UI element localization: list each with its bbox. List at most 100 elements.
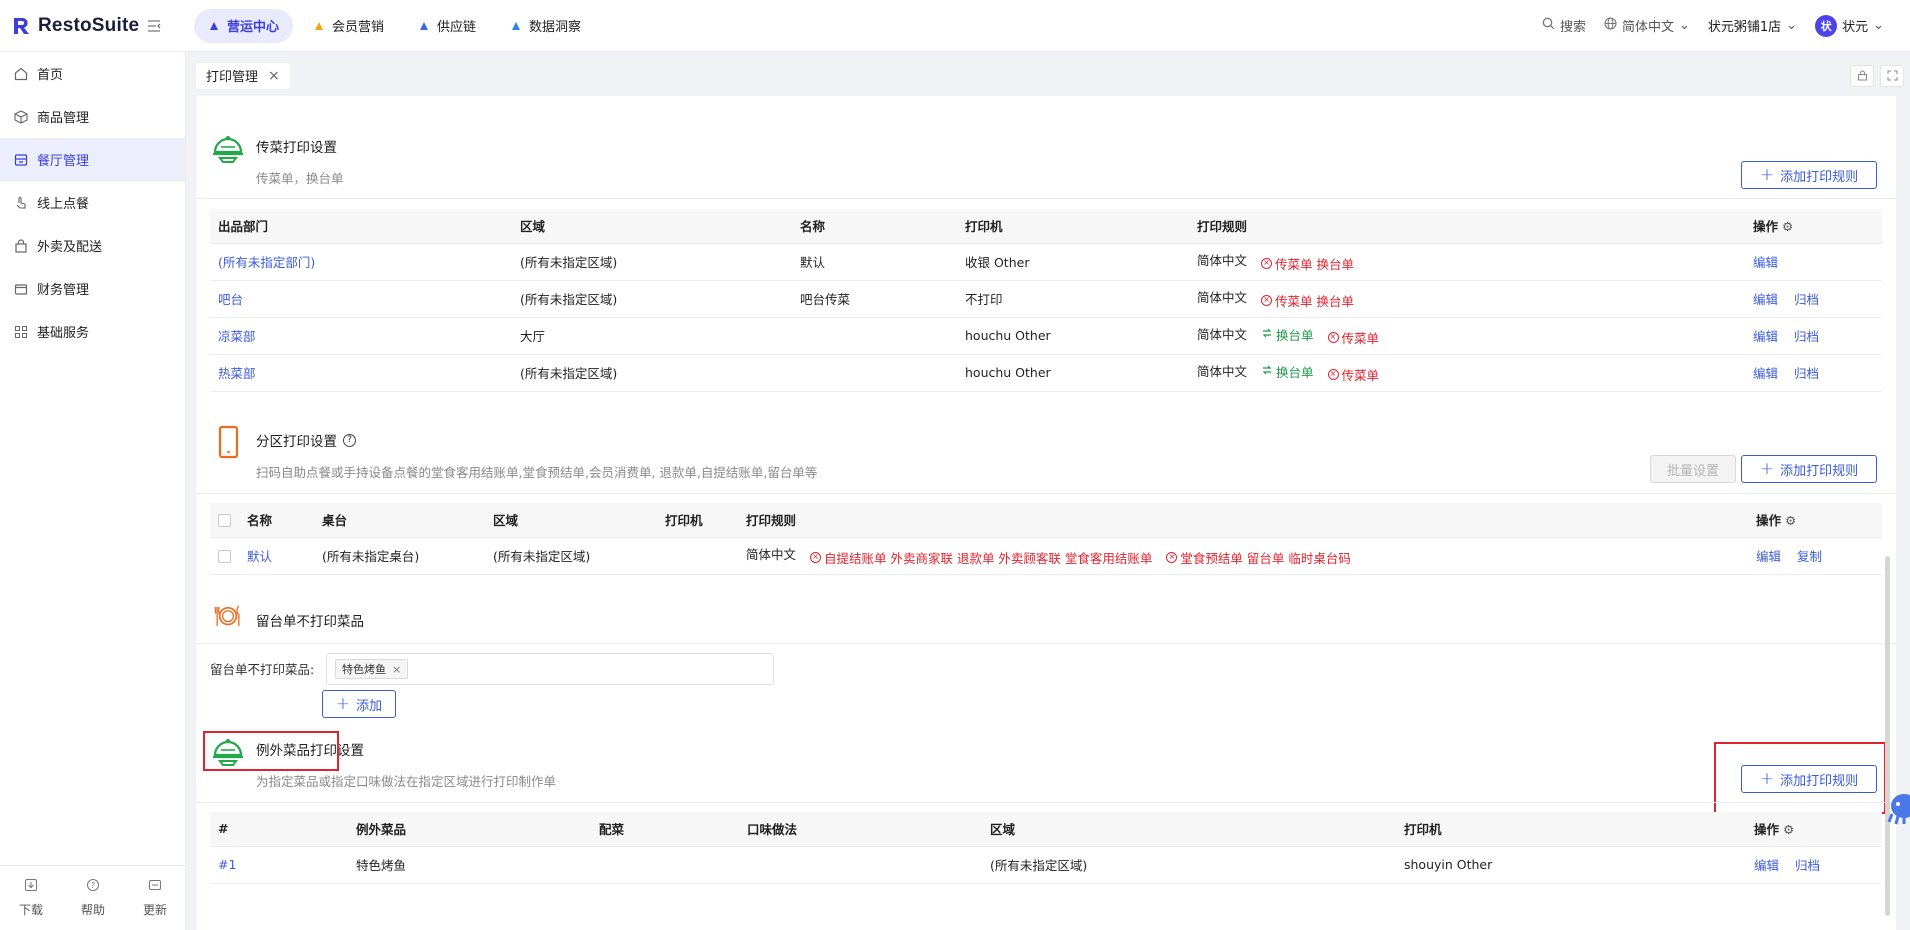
ops-cell: 编辑 <box>1745 243 1882 281</box>
sidebar-footer-item[interactable]: ? 帮助 <box>81 878 105 918</box>
nav-label: 供应链 <box>437 20 477 35</box>
sidebar-item[interactable]: 基础服务 <box>0 310 185 353</box>
sidebar-item[interactable]: 商品管理 <box>0 95 185 138</box>
highlight-box <box>1714 742 1886 814</box>
lock-icon[interactable] <box>1850 64 1874 87</box>
name-link[interactable]: 默认 <box>247 549 272 564</box>
edit-link[interactable]: 编辑 <box>1753 255 1778 270</box>
archive-link[interactable]: 归档 <box>1794 366 1819 381</box>
circle-x-icon: × <box>1327 331 1339 343</box>
edit-link[interactable]: 编辑 <box>1753 329 1778 344</box>
search-button[interactable]: 搜索 <box>1542 16 1586 35</box>
edit-link[interactable]: 编辑 <box>1754 858 1779 873</box>
archive-link[interactable]: 归档 <box>1795 858 1820 873</box>
store-select[interactable]: 状元粥铺1店 ⌄ <box>1708 16 1797 35</box>
user-menu[interactable]: 状 状元 ⌄ <box>1815 14 1884 37</box>
button-label: 添加打印规则 <box>1780 169 1859 185</box>
app-name: RestoSuite <box>38 14 140 36</box>
swap-icon <box>1261 364 1273 379</box>
row-checkbox[interactable] <box>210 537 239 575</box>
help-icon[interactable]: ? <box>343 433 356 447</box>
nav-item[interactable]: 数据洞察 <box>496 9 595 43</box>
logo-icon <box>12 16 32 36</box>
mascot-icon[interactable] <box>1884 788 1910 828</box>
nav-item[interactable]: 营运中心 <box>194 8 294 43</box>
close-icon[interactable]: × <box>392 663 401 676</box>
dept-link[interactable]: 凉菜部 <box>218 329 256 344</box>
dept-link[interactable]: 吧台 <box>218 292 243 307</box>
chevron-down-icon: ⌄ <box>1786 18 1798 33</box>
archive-link[interactable]: 归档 <box>1794 329 1819 344</box>
edit-link[interactable]: 编辑 <box>1756 549 1781 564</box>
gear-icon[interactable]: ⚙ <box>1783 822 1794 837</box>
rule-language: 简体中文 <box>1197 253 1248 269</box>
copy-link[interactable]: 复制 <box>1797 549 1822 564</box>
col-header: 配菜 <box>591 812 739 847</box>
vertical-scrollbar[interactable] <box>1885 556 1890 916</box>
tab-print-management[interactable]: 打印管理 × <box>196 62 290 89</box>
table-row: (所有未指定部门) (所有未指定区域) 默认 收银 Other 简体中文 × 传菜单 换台单… <box>210 243 1882 281</box>
add-dish-button[interactable]: + 添加 <box>322 690 396 718</box>
chip-label: 特色烤鱼 <box>342 663 386 676</box>
sidebar-item-label: 首页 <box>37 68 64 83</box>
tab-bar: 打印管理 × <box>196 60 1910 91</box>
nav-item[interactable]: 会员营销 <box>299 9 398 43</box>
top-bar: RestoSuite 营运中心 会员营销 供应链 数据洞察 搜索 简体中文 ⌄ 状元粥… <box>0 0 1910 52</box>
nav-label: 营运中心 <box>227 20 280 35</box>
footer-label: 更新 <box>142 903 167 917</box>
main-content: 传菜打印设置 传菜单，换台单 + 添加打印规则 出品部门 区域 名称 打印机 打印… <box>196 96 1896 930</box>
batch-settings-button[interactable]: 批量设置 <box>1650 455 1736 483</box>
highlight-box <box>203 731 339 771</box>
plus-icon: + <box>1759 164 1775 185</box>
gear-icon[interactable]: ⚙ <box>1785 513 1796 528</box>
section-title: 传菜打印设置 <box>256 140 337 156</box>
app-logo[interactable]: RestoSuite <box>0 15 180 37</box>
col-header: 口味做法 <box>739 812 982 847</box>
printer-cell: houchu Other <box>957 317 1189 355</box>
print-rule-cell: 简体中文 换台单 × 传菜单 <box>1189 317 1745 355</box>
ops-cell: 编辑 归档 <box>1745 317 1882 355</box>
col-header: 名称 <box>792 209 957 244</box>
section-zone-print: 分区打印设置? 扫码自助点餐或手持设备点餐的堂食客用结账单,堂食预结单,会员消费… <box>210 424 817 481</box>
name-cell: 吧台传菜 <box>792 280 957 318</box>
section-reserve-no-print: 留台单不打印菜品 <box>210 602 364 632</box>
user-name: 状元 <box>1842 20 1869 35</box>
dept-link[interactable]: (所有未指定部门) <box>218 255 315 270</box>
sidebar-item[interactable]: 外卖及配送 <box>0 224 185 267</box>
sidebar-footer: 下载 ? 帮助 更新 <box>0 865 186 930</box>
rule-text: 传菜单 <box>1341 367 1380 383</box>
edit-link[interactable]: 编辑 <box>1753 292 1778 307</box>
footer-label: 帮助 <box>80 903 105 917</box>
add-print-rule-button[interactable]: + 添加打印规则 <box>1741 455 1877 483</box>
add-print-rule-button[interactable]: + 添加打印规则 <box>1741 161 1877 189</box>
sidebar-item-label: 线上点餐 <box>37 197 90 212</box>
sidebar-item-label: 基础服务 <box>37 326 90 341</box>
col-header-ops: 操作 ⚙ <box>1746 812 1882 847</box>
nav-module-icon <box>418 20 430 32</box>
sidebar-footer-item[interactable]: 更新 <box>143 878 167 918</box>
menu-collapse-icon[interactable] <box>147 18 163 34</box>
language-label: 简体中文 <box>1621 20 1674 35</box>
dish-tag-input[interactable]: 特色烤鱼 × <box>326 653 774 685</box>
close-icon[interactable]: × <box>268 68 280 84</box>
language-select[interactable]: 简体中文 ⌄ <box>1604 16 1690 35</box>
edit-link[interactable]: 编辑 <box>1753 366 1778 381</box>
sidebar: 首页商品管理 餐厅管理线上点餐外卖及配送 财务管理基础服务 下载 ? 帮助 更新 <box>0 52 186 930</box>
avatar: 状 <box>1815 14 1838 37</box>
home-icon <box>14 67 28 81</box>
section-title: 留台单不打印菜品 <box>256 614 364 630</box>
table-row: 凉菜部 大厅 houchu Other 简体中文 换台单 × 传菜单 编辑 归档 <box>210 317 1882 355</box>
archive-link[interactable]: 归档 <box>1794 292 1819 307</box>
sidebar-item[interactable]: 餐厅管理 <box>0 138 185 181</box>
select-all-checkbox[interactable] <box>210 503 239 538</box>
fullscreen-icon[interactable] <box>1880 64 1904 87</box>
sidebar-item[interactable]: 首页 <box>0 52 185 95</box>
dept-link[interactable]: 热菜部 <box>218 366 256 381</box>
gear-icon[interactable]: ⚙ <box>1782 219 1793 234</box>
store-label: 状元粥铺1店 <box>1707 20 1782 35</box>
sidebar-item[interactable]: 线上点餐 <box>0 181 185 224</box>
nav-item[interactable]: 供应链 <box>404 9 490 43</box>
sidebar-footer-item[interactable]: 下载 <box>19 878 43 918</box>
sidebar-item[interactable]: 财务管理 <box>0 267 185 310</box>
row-number-link[interactable]: #1 <box>218 857 236 872</box>
